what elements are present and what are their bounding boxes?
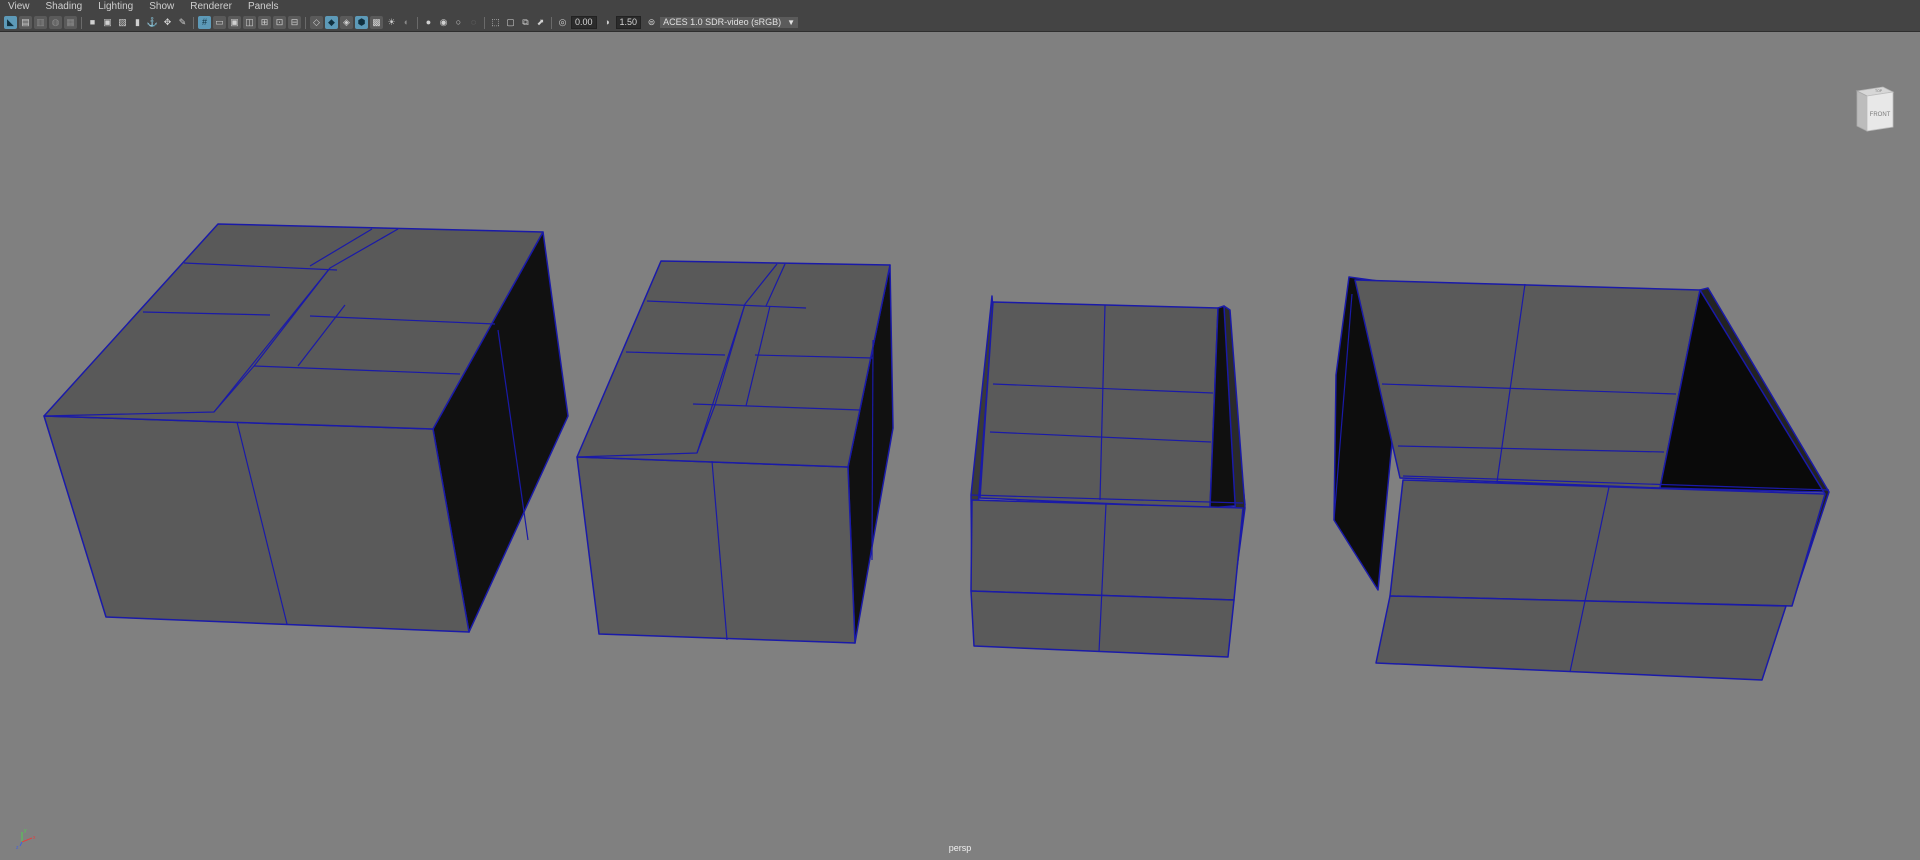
box2-front-face <box>576 456 856 644</box>
box3-back-inner-wall <box>979 301 1219 509</box>
lock-camera-icon[interactable]: ▤ <box>19 16 32 29</box>
gate-mask-icon[interactable]: ◫ <box>243 16 256 29</box>
menu-panels[interactable]: Panels <box>240 0 287 14</box>
bookmark-icon[interactable]: ▮ <box>131 16 144 29</box>
xray-icon[interactable]: ▢ <box>504 16 517 29</box>
box4-upper-front-wall <box>1389 479 1826 607</box>
film-gate-icon[interactable]: ▭ <box>213 16 226 29</box>
track-icon[interactable]: ✥ <box>161 16 174 29</box>
maya-viewport-window: View Shading Lighting Show Renderer Pane… <box>0 0 1920 860</box>
wireframe-on-shaded-icon[interactable]: ⬢ <box>355 16 368 29</box>
wireframe-icon[interactable]: ◇ <box>310 16 323 29</box>
viewcube-top-label: TOP <box>1875 89 1883 93</box>
safe-title-icon[interactable]: ⊟ <box>288 16 301 29</box>
menu-view[interactable]: View <box>0 0 38 14</box>
box2-top-face <box>576 260 891 468</box>
camera-name-label: persp <box>948 843 972 853</box>
isolate-select-icon[interactable]: ⬚ <box>489 16 502 29</box>
camera-attributes-icon[interactable]: ▥ <box>34 16 47 29</box>
chevron-down-icon: ▼ <box>787 18 796 27</box>
menu-shading[interactable]: Shading <box>38 0 91 14</box>
xray-components-icon[interactable]: ⬈ <box>534 16 547 29</box>
image-plane-icon[interactable]: ▦ <box>64 16 77 29</box>
default-material-icon[interactable]: ◈ <box>340 16 353 29</box>
axis-y-label: y <box>24 828 27 834</box>
menu-renderer[interactable]: Renderer <box>182 0 240 14</box>
camera-aim-icon[interactable]: ▨ <box>116 16 129 29</box>
safe-action-icon[interactable]: ⊡ <box>273 16 286 29</box>
toolbar-separator <box>193 16 194 29</box>
screen-space-ao-icon[interactable]: ● <box>422 16 435 29</box>
resolution-gate-icon[interactable]: ▣ <box>228 16 241 29</box>
viewcube-front-label: FRONT <box>1870 112 1891 118</box>
exposure-field[interactable]: 0.00 <box>571 16 597 29</box>
smooth-shade-icon[interactable]: ◆ <box>325 16 338 29</box>
exposure-icon[interactable]: ◎ <box>556 16 569 29</box>
menu-lighting[interactable]: Lighting <box>90 0 141 14</box>
shadows-icon[interactable]: ◐ <box>400 16 413 29</box>
textured-icon[interactable]: ▩ <box>370 16 383 29</box>
field-chart-icon[interactable]: ⊞ <box>258 16 271 29</box>
toolbar-separator <box>551 16 552 29</box>
toolbar-separator <box>305 16 306 29</box>
open-box-3[interactable] <box>970 295 1246 658</box>
anti-aliasing-icon[interactable]: ○ <box>452 16 465 29</box>
bookmarks-icon[interactable]: ◍ <box>49 16 62 29</box>
menu-show[interactable]: Show <box>141 0 182 14</box>
panel-menubar: View Shading Lighting Show Renderer Pane… <box>0 0 1920 14</box>
use-all-lights-icon[interactable]: ☀ <box>385 16 398 29</box>
toolbar-separator <box>417 16 418 29</box>
toolbar-separator <box>484 16 485 29</box>
perspective-viewport[interactable]: TOP FRONT <box>0 32 1920 860</box>
closed-box-2[interactable] <box>576 260 894 644</box>
scene-canvas[interactable] <box>0 32 1920 860</box>
2d-pan-zoom-icon[interactable]: ⚓ <box>146 16 159 29</box>
movie-camera-icon[interactable]: ▣ <box>101 16 114 29</box>
closed-box-1[interactable] <box>43 223 569 633</box>
gamma-icon[interactable]: ◑ <box>601 16 614 29</box>
viewcube-icon[interactable]: TOP FRONT <box>1853 83 1895 133</box>
box4-lower-front-wall <box>1375 595 1787 681</box>
axis-x-label: x <box>33 835 36 841</box>
panel-toolbar: ◣ ▤ ▥ ◍ ▦ ■ ▣ ▨ ▮ ⚓ ✥ ✎ # ▭ ▣ ◫ ⊞ ⊡ ⊟ ◇ … <box>0 14 1920 32</box>
box4-back-inner-wall <box>1354 279 1701 489</box>
select-camera-icon[interactable]: ◣ <box>4 16 17 29</box>
color-space-dropdown[interactable]: ACES 1.0 SDR-video (sRGB) ▼ <box>660 17 799 28</box>
motion-blur-icon[interactable]: ◉ <box>437 16 450 29</box>
depth-of-field-icon[interactable]: ◌ <box>467 16 480 29</box>
color-space-value: ACES 1.0 SDR-video (sRGB) <box>663 17 782 27</box>
grease-pencil-icon[interactable]: ✎ <box>176 16 189 29</box>
box3-lower-front-wall <box>970 590 1235 658</box>
grid-icon[interactable]: # <box>198 16 211 29</box>
box1-front-face <box>43 415 470 633</box>
view-transform-icon[interactable]: ⊜ <box>645 16 658 29</box>
gamma-field[interactable]: 1.50 <box>615 16 642 29</box>
camera-icon[interactable]: ■ <box>86 16 99 29</box>
toolbar-separator <box>81 16 82 29</box>
open-box-4[interactable] <box>1333 276 1830 681</box>
box3-upper-front-wall <box>970 499 1244 601</box>
xray-joints-icon[interactable]: ⧉ <box>519 16 532 29</box>
viewcube[interactable]: TOP FRONT <box>1853 83 1895 133</box>
